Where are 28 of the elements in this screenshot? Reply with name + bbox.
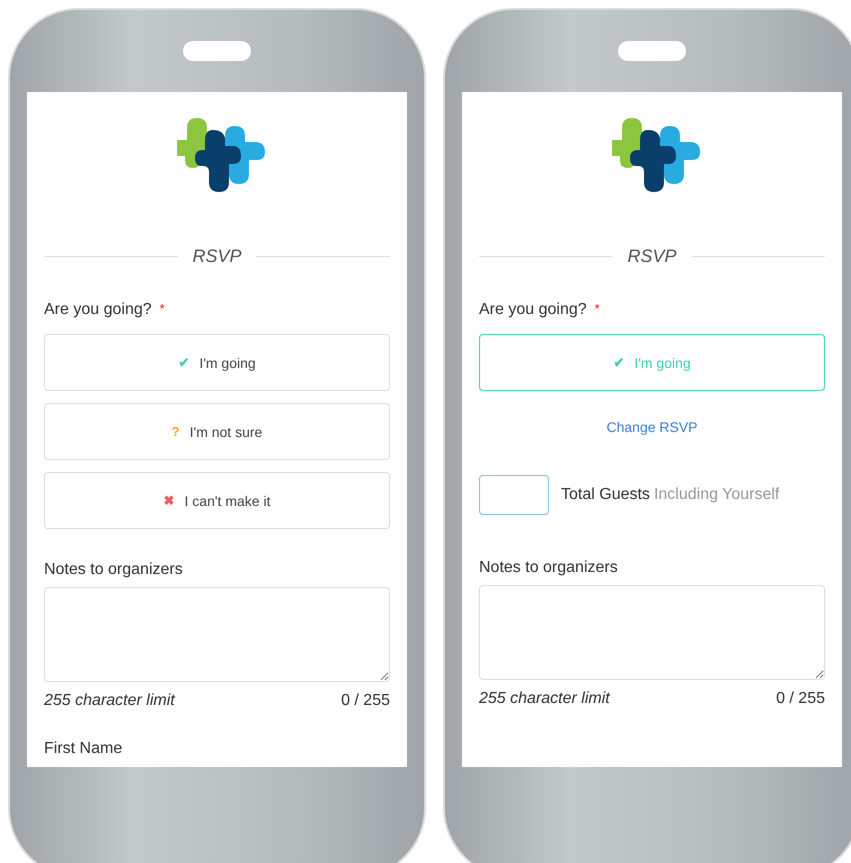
rsvp-option-button[interactable]: ? I'm not sure xyxy=(44,403,390,460)
option-symbol: ✔ xyxy=(613,355,624,370)
guests-input-field[interactable] xyxy=(479,475,549,515)
character-counter: 0 / 255 xyxy=(341,692,390,710)
required-mark: * xyxy=(160,301,165,318)
question-label: Are you going? xyxy=(479,301,587,319)
change-rsvp-link[interactable]: Change RSVP xyxy=(606,419,698,435)
character-limit-note: 255 character limit xyxy=(479,690,610,708)
option-symbol: ✖ xyxy=(164,493,175,508)
notes-textarea[interactable] xyxy=(44,587,390,682)
notes-label: Notes to organizers xyxy=(479,559,619,577)
notes-label: Notes to organizers xyxy=(44,561,184,579)
question-label: Are you going? xyxy=(44,301,152,319)
guests-label: Total Guests xyxy=(561,486,650,504)
speaker-slot xyxy=(618,41,686,61)
speaker-slot xyxy=(183,41,251,61)
notes-textarea[interactable] xyxy=(479,585,825,680)
option-symbol: ✔ xyxy=(178,355,190,370)
rsvp-option-button[interactable]: ✖ I can't make it xyxy=(44,472,390,529)
character-counter: 0 / 255 xyxy=(776,690,825,708)
rsvp-heading: RSVP xyxy=(627,246,677,267)
option-symbol: ? xyxy=(172,424,180,439)
rsvp-heading: RSVP xyxy=(192,246,242,267)
guests-hint: Including Yourself xyxy=(654,486,780,504)
character-limit-note: 255 character limit xyxy=(44,692,175,710)
rsvp-option-button[interactable]: ✔ I'm going xyxy=(44,334,390,391)
required-mark: * xyxy=(594,301,600,318)
first-name-label: First Name xyxy=(44,740,124,758)
